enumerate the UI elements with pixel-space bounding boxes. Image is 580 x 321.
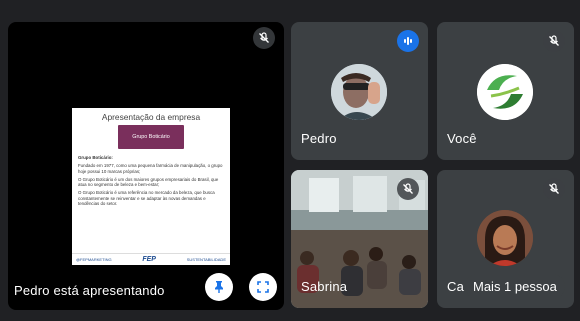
- participant-name: Sabrina: [301, 279, 348, 294]
- presenter-label: Pedro está apresentando: [14, 283, 165, 298]
- slide-logo: Grupo Boticário: [118, 125, 184, 149]
- pin-button[interactable]: [205, 273, 233, 301]
- slide-footer-logo: FEP: [142, 255, 156, 263]
- participant-name: Ca: [447, 279, 465, 294]
- pin-icon: [215, 281, 223, 293]
- participant-tile-voce[interactable]: Você: [437, 22, 574, 160]
- slide-footer-right: SUSTENTABILIDADE: [186, 256, 226, 262]
- mic-off-icon: [543, 30, 565, 52]
- avatar: [331, 64, 387, 120]
- more-people-button[interactable]: Mais 1 pessoa: [465, 274, 565, 299]
- participant-tile-sabrina[interactable]: Sabrina: [291, 170, 428, 308]
- slide-footer: @FEPMARKETING FEP SUSTENTABILIDADE: [72, 253, 230, 265]
- slide-paragraph: Fundado em 1977, como uma pequena farmác…: [78, 163, 223, 174]
- slide-heading: Grupo Boticário:: [78, 155, 113, 160]
- fullscreen-button[interactable]: [249, 273, 277, 301]
- avatar-logo: [477, 64, 533, 120]
- participant-tile-pedro[interactable]: Pedro: [291, 22, 428, 160]
- mic-off-icon: [397, 178, 419, 200]
- presentation-tile[interactable]: Apresentação da empresa Grupo Boticário …: [8, 22, 284, 310]
- slide-title: Apresentação da empresa: [101, 112, 201, 122]
- mic-off-icon: [253, 27, 275, 49]
- speaking-indicator-icon: [397, 30, 419, 52]
- participant-name: Você: [447, 131, 477, 146]
- shared-slide: Apresentação da empresa Grupo Boticário …: [72, 108, 230, 265]
- slide-footer-left: @FEPMARKETING: [76, 256, 112, 262]
- avatar: [477, 210, 533, 266]
- participant-tile-others[interactable]: Ca Mais 1 pessoa: [437, 170, 574, 308]
- participant-name: Pedro: [301, 131, 337, 146]
- slide-paragraph: O Grupo Boticário é um dos maiores grupo…: [78, 176, 219, 188]
- fullscreen-icon: [257, 281, 269, 293]
- slide-paragraph: O Grupo Boticário é uma referência no me…: [78, 190, 215, 207]
- mic-off-icon: [543, 178, 565, 200]
